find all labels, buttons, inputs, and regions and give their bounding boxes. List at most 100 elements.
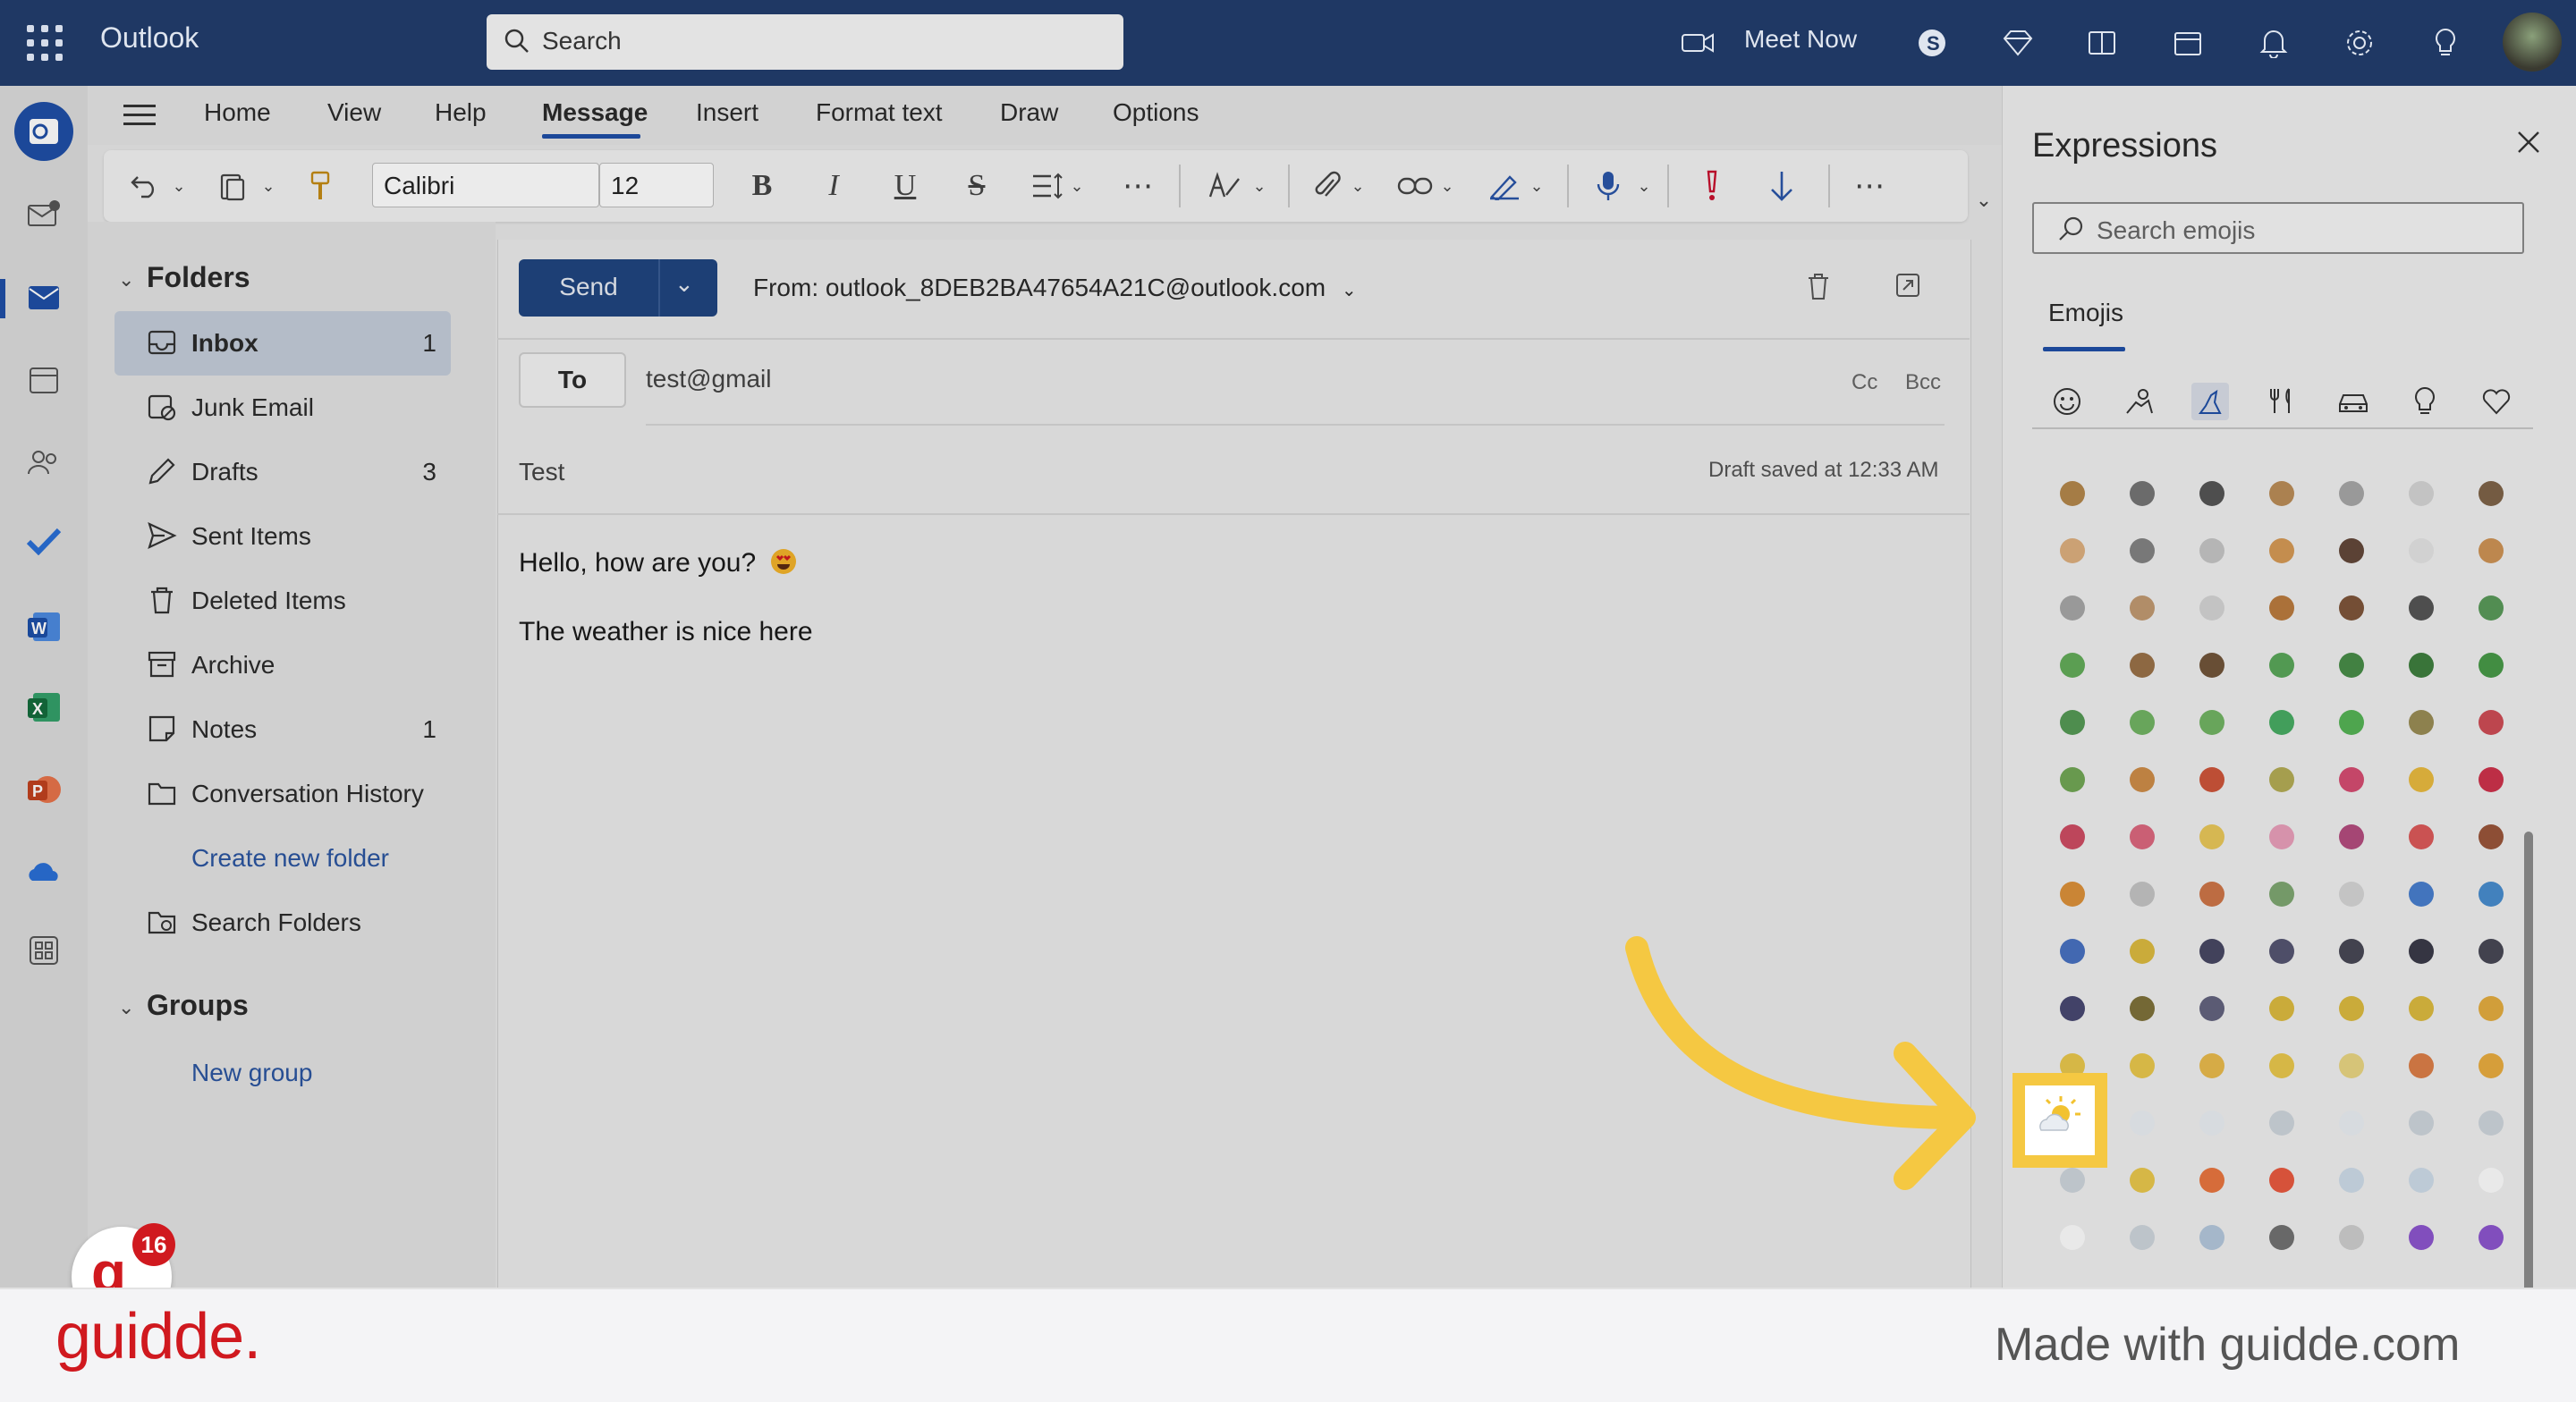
spacing-dropdown-icon[interactable]: ⌄ xyxy=(1066,166,1088,206)
emoji-item[interactable] xyxy=(2317,980,2386,1037)
subject-field[interactable]: Test xyxy=(519,458,564,486)
video-camera-icon[interactable] xyxy=(1678,23,1717,63)
excel-icon[interactable]: X xyxy=(21,685,66,730)
bell-icon[interactable] xyxy=(2254,23,2293,63)
emoji-item[interactable] xyxy=(2247,1037,2317,1094)
emoji-item[interactable] xyxy=(2038,579,2107,637)
tab-emojis[interactable]: Emojis xyxy=(2048,299,2123,327)
emoji-item[interactable] xyxy=(2107,1152,2177,1209)
to-field[interactable]: test@gmail xyxy=(646,365,771,393)
folder-search-folders[interactable]: Search Folders xyxy=(114,891,451,955)
emoji-item[interactable] xyxy=(2177,1037,2247,1094)
word-icon[interactable]: W xyxy=(21,604,66,649)
folder-archive[interactable]: Archive xyxy=(114,633,451,697)
animals-nature-icon[interactable] xyxy=(2191,383,2229,420)
emoji-item[interactable] xyxy=(2386,465,2456,522)
emoji-item[interactable] xyxy=(2456,694,2526,751)
emoji-item[interactable] xyxy=(2177,694,2247,751)
tab-format-text[interactable]: Format text xyxy=(816,98,943,127)
emoji-item[interactable] xyxy=(2107,980,2177,1037)
people-icon[interactable] xyxy=(2120,383,2157,420)
emoji-item[interactable] xyxy=(2107,1094,2177,1152)
emoji-item[interactable] xyxy=(2386,694,2456,751)
emoji-item[interactable] xyxy=(2317,1152,2386,1209)
emoji-item[interactable] xyxy=(2177,465,2247,522)
more-options-icon[interactable]: ⋯ xyxy=(1850,166,1889,206)
emoji-item[interactable] xyxy=(2386,522,2456,579)
emoji-item[interactable] xyxy=(2317,751,2386,808)
emoji-item[interactable] xyxy=(2317,1094,2386,1152)
create-new-folder-link[interactable]: Create new folder xyxy=(191,844,389,873)
emoji-item[interactable] xyxy=(2456,923,2526,980)
emoji-item[interactable] xyxy=(2456,465,2526,522)
emoji-item[interactable] xyxy=(2247,694,2317,751)
emoji-item[interactable] xyxy=(2107,1037,2177,1094)
dictate-dropdown-icon[interactable]: ⌄ xyxy=(1633,166,1655,206)
powerpoint-icon[interactable]: P xyxy=(21,767,66,812)
emoji-item[interactable] xyxy=(2038,522,2107,579)
gear-icon[interactable] xyxy=(2340,23,2379,63)
from-selector[interactable]: From: outlook_8DEB2BA47654A21C@outlook.c… xyxy=(753,274,1357,302)
todo-icon[interactable] xyxy=(21,519,66,563)
emoji-item[interactable] xyxy=(2177,637,2247,694)
emoji-item[interactable] xyxy=(2386,751,2456,808)
emoji-item[interactable] xyxy=(2317,923,2386,980)
cc-button[interactable]: Cc xyxy=(1852,370,1877,395)
emoji-item[interactable] xyxy=(2177,866,2247,923)
outlook-icon[interactable] xyxy=(14,102,73,161)
emoji-item[interactable] xyxy=(2456,1152,2526,1209)
tab-draw[interactable]: Draw xyxy=(1000,98,1058,127)
folder-notes[interactable]: Notes 1 xyxy=(114,697,451,762)
signature-icon[interactable] xyxy=(1485,166,1524,206)
new-group-link[interactable]: New group xyxy=(191,1059,312,1087)
emoji-item[interactable] xyxy=(2317,694,2386,751)
emoji-item[interactable] xyxy=(2177,1152,2247,1209)
clipboard-icon[interactable] xyxy=(213,166,252,206)
emoji-item[interactable] xyxy=(2247,1209,2317,1266)
emoji-item[interactable] xyxy=(2456,637,2526,694)
objects-icon[interactable] xyxy=(2406,383,2444,420)
emoji-item[interactable] xyxy=(2177,1094,2247,1152)
emoji-item[interactable] xyxy=(2247,866,2317,923)
people-icon[interactable] xyxy=(21,440,66,485)
emoji-item[interactable] xyxy=(2247,751,2317,808)
emoji-item[interactable] xyxy=(2317,522,2386,579)
editor-icon[interactable] xyxy=(1206,166,1245,206)
emoji-item[interactable] xyxy=(2038,923,2107,980)
skype-icon[interactable]: S xyxy=(1912,23,1952,63)
attach-icon[interactable] xyxy=(1308,166,1347,206)
emoji-search-input[interactable]: Search emojis xyxy=(2032,202,2524,254)
emoji-item[interactable] xyxy=(2386,1037,2456,1094)
emoji-item[interactable] xyxy=(2317,1037,2386,1094)
emoji-item[interactable] xyxy=(2247,522,2317,579)
emoji-item[interactable] xyxy=(2177,1209,2247,1266)
mail-icon[interactable] xyxy=(21,275,66,320)
emoji-item[interactable] xyxy=(2456,522,2526,579)
tab-insert[interactable]: Insert xyxy=(696,98,758,127)
strikethrough-icon[interactable]: S xyxy=(957,166,996,206)
onedrive-icon[interactable] xyxy=(21,849,66,894)
font-name-select[interactable]: Calibri xyxy=(372,163,599,207)
symbols-icon[interactable] xyxy=(2478,383,2515,420)
emoji-item[interactable] xyxy=(2456,579,2526,637)
emoji-item[interactable] xyxy=(2177,980,2247,1037)
low-importance-icon[interactable] xyxy=(1762,166,1801,206)
editor-dropdown-icon[interactable]: ⌄ xyxy=(1249,166,1270,206)
emoji-item[interactable] xyxy=(2456,1209,2526,1266)
emoji-item[interactable] xyxy=(2247,637,2317,694)
to-button[interactable]: To xyxy=(519,352,626,408)
emoji-item[interactable] xyxy=(2386,637,2456,694)
groups-header[interactable]: Groups xyxy=(147,989,249,1022)
emoji-item[interactable] xyxy=(2456,866,2526,923)
emoji-item[interactable] xyxy=(2038,751,2107,808)
italic-icon[interactable]: I xyxy=(814,166,853,206)
emoji-item[interactable] xyxy=(2386,923,2456,980)
font-size-select[interactable]: 12 xyxy=(599,163,714,207)
emoji-scrollbar[interactable] xyxy=(2524,832,2533,1296)
emoji-item[interactable] xyxy=(2386,1152,2456,1209)
smiley-icon[interactable] xyxy=(2048,383,2086,420)
folders-header[interactable]: Folders xyxy=(147,261,250,294)
emoji-item[interactable] xyxy=(2107,1209,2177,1266)
lightbulb-icon[interactable] xyxy=(2426,23,2465,63)
emoji-item[interactable] xyxy=(2456,1094,2526,1152)
